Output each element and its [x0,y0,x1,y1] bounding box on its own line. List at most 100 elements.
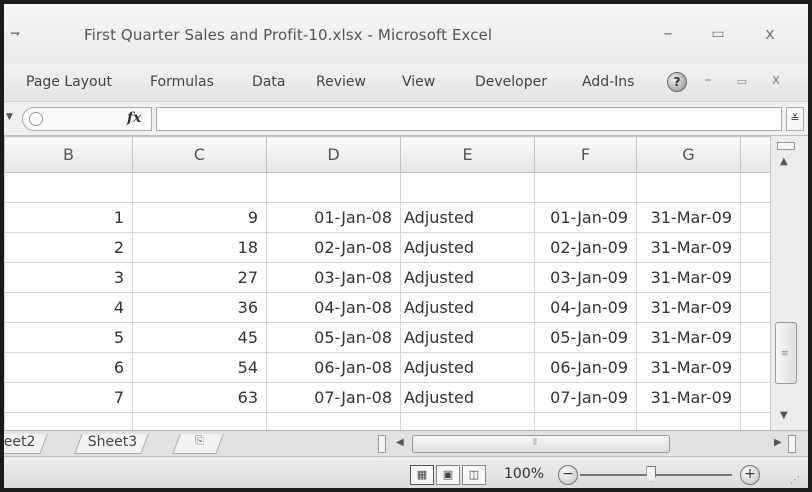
cell-g[interactable]: 31-Mar-09 [636,382,741,413]
cell-f[interactable]: 04-Jan-09 [534,292,637,323]
scroll-down-icon[interactable]: ▼ [780,410,788,421]
tab-formulas[interactable]: Formulas [150,74,214,90]
sheet-tab-sheet2[interactable]: eet2 [4,434,48,454]
cell-d[interactable]: 04-Jan-08 [266,292,401,323]
ribbon-close-button[interactable]: x [766,72,786,88]
cell-c[interactable]: 63 [132,382,267,413]
cell-f[interactable]: 01-Jan-09 [534,202,637,233]
cell-b[interactable] [4,172,133,203]
split-box[interactable] [777,142,795,150]
cell-b[interactable]: 7 [4,382,133,413]
tab-page-layout[interactable]: Page Layout [26,74,112,90]
tab-developer[interactable]: Developer [475,74,547,90]
sheet-tab-sheet3[interactable]: Sheet3 [74,434,150,454]
cell-g[interactable]: 31-Mar-09 [636,232,741,263]
column-header-c[interactable]: C [132,136,267,173]
cell-b[interactable]: 6 [4,352,133,383]
close-button[interactable]: x [756,22,784,46]
zoom-out-button[interactable]: − [558,465,578,485]
scroll-up-icon[interactable]: ▲ [780,156,788,167]
minimize-button[interactable]: – [654,22,682,46]
cell-c[interactable]: 54 [132,352,267,383]
cell-d[interactable] [266,412,401,430]
cell-h[interactable] [740,352,770,383]
cell-b[interactable]: 2 [4,232,133,263]
cell-g[interactable]: 31-Mar-09 [636,322,741,353]
cell-c[interactable] [132,172,267,203]
cell-f[interactable]: 03-Jan-09 [534,262,637,293]
cell-h[interactable] [740,292,770,323]
cell-b[interactable]: 3 [4,262,133,293]
horizontal-scroll-thumb[interactable]: ⦀ [412,435,670,453]
resize-grip-icon[interactable]: ⋰ [790,475,800,486]
cell-e[interactable] [400,412,535,430]
column-header-e[interactable]: E [400,136,535,173]
maximize-button[interactable]: ▭ [704,22,732,46]
cell-e[interactable]: Adjusted [400,382,535,413]
expand-formula-bar-button[interactable]: ≚ [786,107,804,131]
cell-e[interactable] [400,172,535,203]
vertical-scrollbar[interactable]: ▲ ≡ ▼ [770,136,808,430]
insert-worksheet-button[interactable]: ⎘ [172,434,224,454]
cell-d[interactable]: 01-Jan-08 [266,202,401,233]
cell-b[interactable]: 5 [4,322,133,353]
tab-view[interactable]: View [402,74,435,90]
cell-d[interactable]: 02-Jan-08 [266,232,401,263]
cell-e[interactable]: Adjusted [400,352,535,383]
cell-g[interactable]: 31-Mar-09 [636,262,741,293]
cell-f[interactable]: 05-Jan-09 [534,322,637,353]
ribbon-restore-button[interactable]: ▭ [732,75,752,88]
cell-c[interactable] [132,412,267,430]
cell-b[interactable]: 1 [4,202,133,233]
tab-add-ins[interactable]: Add-Ins [582,74,634,90]
cell-e[interactable]: Adjusted [400,232,535,263]
cancel-circle-icon[interactable] [29,112,43,126]
tab-review[interactable]: Review [316,74,366,90]
cell-c[interactable]: 9 [132,202,267,233]
column-header-f[interactable]: F [534,136,637,173]
cell-g[interactable] [636,412,741,430]
cell-c[interactable]: 27 [132,262,267,293]
cell-d[interactable]: 06-Jan-08 [266,352,401,383]
cell-d[interactable] [266,172,401,203]
name-box-dropdown-icon[interactable]: ▼ [6,112,13,122]
tab-data[interactable]: Data [252,74,285,90]
scroll-right-icon[interactable]: ▶ [774,437,782,448]
vertical-scroll-thumb[interactable]: ≡ [775,322,797,384]
cell-g[interactable]: 31-Mar-09 [636,292,741,323]
cell-d[interactable]: 07-Jan-08 [266,382,401,413]
column-header-d[interactable]: D [266,136,401,173]
page-layout-view-icon[interactable]: ▣ [436,465,460,485]
cell-h[interactable] [740,202,770,233]
cell-b[interactable] [4,412,133,430]
cell-f[interactable]: 02-Jan-09 [534,232,637,263]
cell-h[interactable] [740,172,770,203]
cell-h[interactable] [740,382,770,413]
help-icon[interactable]: ? [667,72,687,92]
ribbon-minimize-button[interactable]: – [698,72,718,88]
cell-d[interactable]: 03-Jan-08 [266,262,401,293]
horizontal-split-box[interactable] [788,435,796,453]
cell-f[interactable]: 06-Jan-09 [534,352,637,383]
cell-c[interactable]: 45 [132,322,267,353]
cell-g[interactable]: 31-Mar-09 [636,202,741,233]
cell-h[interactable] [740,232,770,263]
cell-f[interactable]: 07-Jan-09 [534,382,637,413]
cell-e[interactable]: Adjusted [400,292,535,323]
quick-access-dropdown-icon[interactable]: ⇁ [10,26,20,40]
cell-f[interactable] [534,172,637,203]
cell-c[interactable]: 18 [132,232,267,263]
normal-view-icon[interactable]: ▦ [410,465,434,485]
cell-e[interactable]: Adjusted [400,262,535,293]
cell-h[interactable] [740,262,770,293]
insert-function-button[interactable]: fx [127,110,141,126]
cell-e[interactable]: Adjusted [400,202,535,233]
cell-h[interactable] [740,322,770,353]
page-break-preview-icon[interactable]: ◫ [462,465,486,485]
cell-d[interactable]: 05-Jan-08 [266,322,401,353]
cell-h[interactable] [740,412,770,430]
zoom-slider-thumb[interactable] [646,466,657,482]
cell-c[interactable]: 36 [132,292,267,323]
tab-split-box[interactable] [378,435,386,453]
column-header-g[interactable]: G [636,136,741,173]
